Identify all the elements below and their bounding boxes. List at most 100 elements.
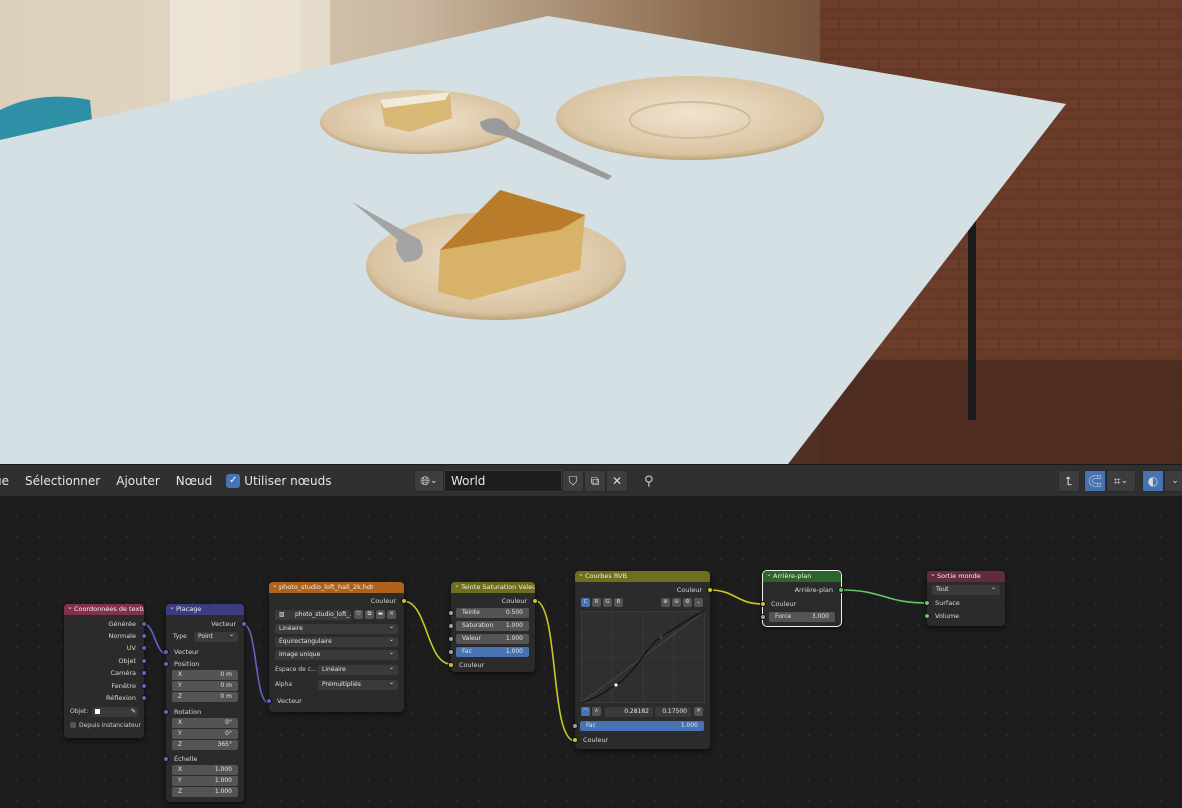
close-icon[interactable]: ✕ <box>387 610 396 619</box>
socket-volume[interactable] <box>924 613 930 619</box>
pin-icon[interactable]: ⚲ <box>644 474 654 489</box>
type-dropdown[interactable]: Point <box>194 630 238 642</box>
socket-input-vector[interactable] <box>163 649 169 655</box>
delete-point-icon[interactable]: ✕ <box>694 707 703 716</box>
node-header[interactable]: photo_studio_loft_hall_2k.hdr <box>269 582 404 593</box>
scale-x[interactable]: X 1.000 <box>172 765 238 775</box>
shield-icon[interactable]: ⛉ <box>354 610 363 619</box>
fac-field[interactable]: Fac 1.000 <box>456 647 529 657</box>
channel-r-tab[interactable]: R <box>592 598 601 607</box>
socket-fac[interactable] <box>572 723 578 729</box>
fac-field[interactable]: Fac 1.000 <box>580 721 704 731</box>
socket-camera[interactable] <box>141 670 147 676</box>
rotation-z[interactable]: Z 365° <box>172 740 238 750</box>
channel-c-tab[interactable]: C <box>581 598 590 607</box>
scale-y[interactable]: Y 1.000 <box>172 776 238 786</box>
node-header[interactable]: Arrière-plan <box>763 571 841 582</box>
socket-reflection[interactable] <box>141 695 147 701</box>
node-hue-saturation-value[interactable]: Teinte Saturation Valeur Couleur Teinte0… <box>448 582 538 672</box>
socket-scale[interactable] <box>163 756 169 762</box>
zoom-out-icon[interactable]: ⊖ <box>672 598 681 607</box>
extension-dropdown[interactable]: Image unique <box>275 648 398 660</box>
render-viewport[interactable] <box>0 0 1182 464</box>
eyedropper-icon[interactable]: ✎ <box>131 707 136 717</box>
projection-dropdown[interactable]: Équirectangulaire <box>275 635 398 647</box>
node-header[interactable]: Placage <box>166 604 244 615</box>
use-nodes-checkbox[interactable]: ✓ <box>226 473 241 488</box>
overlay-toggle[interactable]: ◐ <box>1142 470 1164 492</box>
socket-output-color[interactable] <box>532 598 538 604</box>
unlink-world-button[interactable]: ✕ <box>606 470 628 492</box>
node-environment-texture[interactable]: photo_studio_loft_hall_2k.hdr Couleur ▨ … <box>266 582 407 712</box>
socket-output-color[interactable] <box>707 587 713 593</box>
socket-input-color[interactable] <box>448 662 454 668</box>
colorspace-dropdown[interactable]: Linéaire <box>318 663 398 675</box>
socket-input-color[interactable] <box>572 737 578 743</box>
chevron-down-icon[interactable]: ⌄ <box>694 598 703 607</box>
node-world-output[interactable]: Sortie monde Tout Surface Volume <box>924 571 1005 626</box>
image-browse-button[interactable]: ▨ <box>275 610 291 620</box>
node-mapping[interactable]: Placage Vecteur Type Point Vecteur Posit… <box>163 604 247 802</box>
menu-node[interactable]: Nœud <box>168 465 220 497</box>
handle-auto-icon[interactable]: ◠ <box>581 707 590 716</box>
handle-vector-icon[interactable]: ∧ <box>592 707 601 716</box>
socket-rotation[interactable] <box>163 709 169 715</box>
position-y[interactable]: Y0 m <box>172 681 238 691</box>
node-rgb-curves[interactable]: Courbes RVB Couleur C R G B ⊕ ⊖ ⚙ ⌄ <box>572 571 713 749</box>
object-field[interactable]: ✎ <box>92 707 138 717</box>
world-name-field[interactable]: World <box>444 470 562 492</box>
rotation-y[interactable]: Y 0° <box>172 729 238 739</box>
zoom-in-icon[interactable]: ⊕ <box>661 598 670 607</box>
from-instancer-option[interactable]: Depuis instanciateur <box>70 721 141 731</box>
socket-window[interactable] <box>141 683 147 689</box>
curve-graph[interactable] <box>581 611 705 703</box>
node-texture-coordinate[interactable]: Coordonnées de texture Générée Normale U… <box>64 604 147 738</box>
node-header[interactable]: Teinte Saturation Valeur <box>451 582 535 593</box>
socket-output-color[interactable] <box>401 598 407 604</box>
socket-saturation[interactable] <box>448 623 454 629</box>
value-field[interactable]: Valeur 1.000 <box>456 634 529 644</box>
alpha-dropdown[interactable]: Prémultipliés <box>318 678 398 690</box>
folder-icon[interactable]: ▬ <box>376 610 385 619</box>
rotation-x[interactable]: X 0° <box>172 718 238 728</box>
scale-z[interactable]: Z 1.000 <box>172 787 238 797</box>
socket-input-vector[interactable] <box>266 698 272 704</box>
node-header[interactable]: Sortie monde <box>927 571 1005 582</box>
socket-position[interactable] <box>163 661 169 667</box>
position-z[interactable]: Z0 m <box>172 692 238 702</box>
socket-input-color[interactable] <box>760 601 766 607</box>
menu-select[interactable]: Sélectionner <box>17 465 108 497</box>
snap-toggle[interactable]: 🧲︎ <box>1084 470 1106 492</box>
position-x[interactable]: X0 m <box>172 670 238 680</box>
saturation-field[interactable]: Saturation 1.000 <box>456 621 529 631</box>
socket-fac[interactable] <box>448 649 454 655</box>
fake-user-button[interactable]: ⛉ <box>562 470 584 492</box>
from-instancer-checkbox[interactable] <box>70 722 76 728</box>
settings-icon[interactable]: ⚙ <box>683 598 692 607</box>
socket-output-background[interactable] <box>838 587 844 593</box>
socket-output-vector[interactable] <box>241 621 247 627</box>
socket-normal[interactable] <box>141 633 147 639</box>
duplicate-world-button[interactable]: ⧉ <box>584 470 606 492</box>
socket-hue[interactable] <box>448 610 454 616</box>
socket-uv[interactable] <box>141 645 147 651</box>
interpolation-dropdown[interactable]: Linéaire <box>275 622 398 634</box>
socket-strength[interactable] <box>760 614 766 620</box>
socket-value[interactable] <box>448 636 454 642</box>
menu-view[interactable]: ue <box>0 465 17 497</box>
overlay-dropdown[interactable]: ⌄ <box>1164 470 1182 492</box>
channel-b-tab[interactable]: B <box>614 598 623 607</box>
world-browse-button[interactable]: 🌐︎ ⌄ <box>414 470 444 492</box>
socket-generated[interactable] <box>141 621 147 627</box>
point-y-field[interactable]: 0.17500 <box>655 707 691 717</box>
image-name-field[interactable]: photo_studio_loft_... <box>291 610 351 620</box>
parent-node-button[interactable]: ⮤ <box>1058 470 1080 492</box>
socket-object[interactable] <box>141 658 147 664</box>
channel-g-tab[interactable]: G <box>603 598 612 607</box>
node-header[interactable]: Coordonnées de texture <box>64 604 144 615</box>
node-canvas[interactable]: Coordonnées de texture Générée Normale U… <box>0 496 1182 808</box>
snap-mode-dropdown[interactable]: ⌗ ⌄ <box>1106 470 1136 492</box>
duplicate-icon[interactable]: ⧉ <box>365 610 374 619</box>
strength-field[interactable]: Force 3.000 <box>769 612 835 622</box>
point-x-field[interactable]: 0.28182 <box>605 707 653 717</box>
